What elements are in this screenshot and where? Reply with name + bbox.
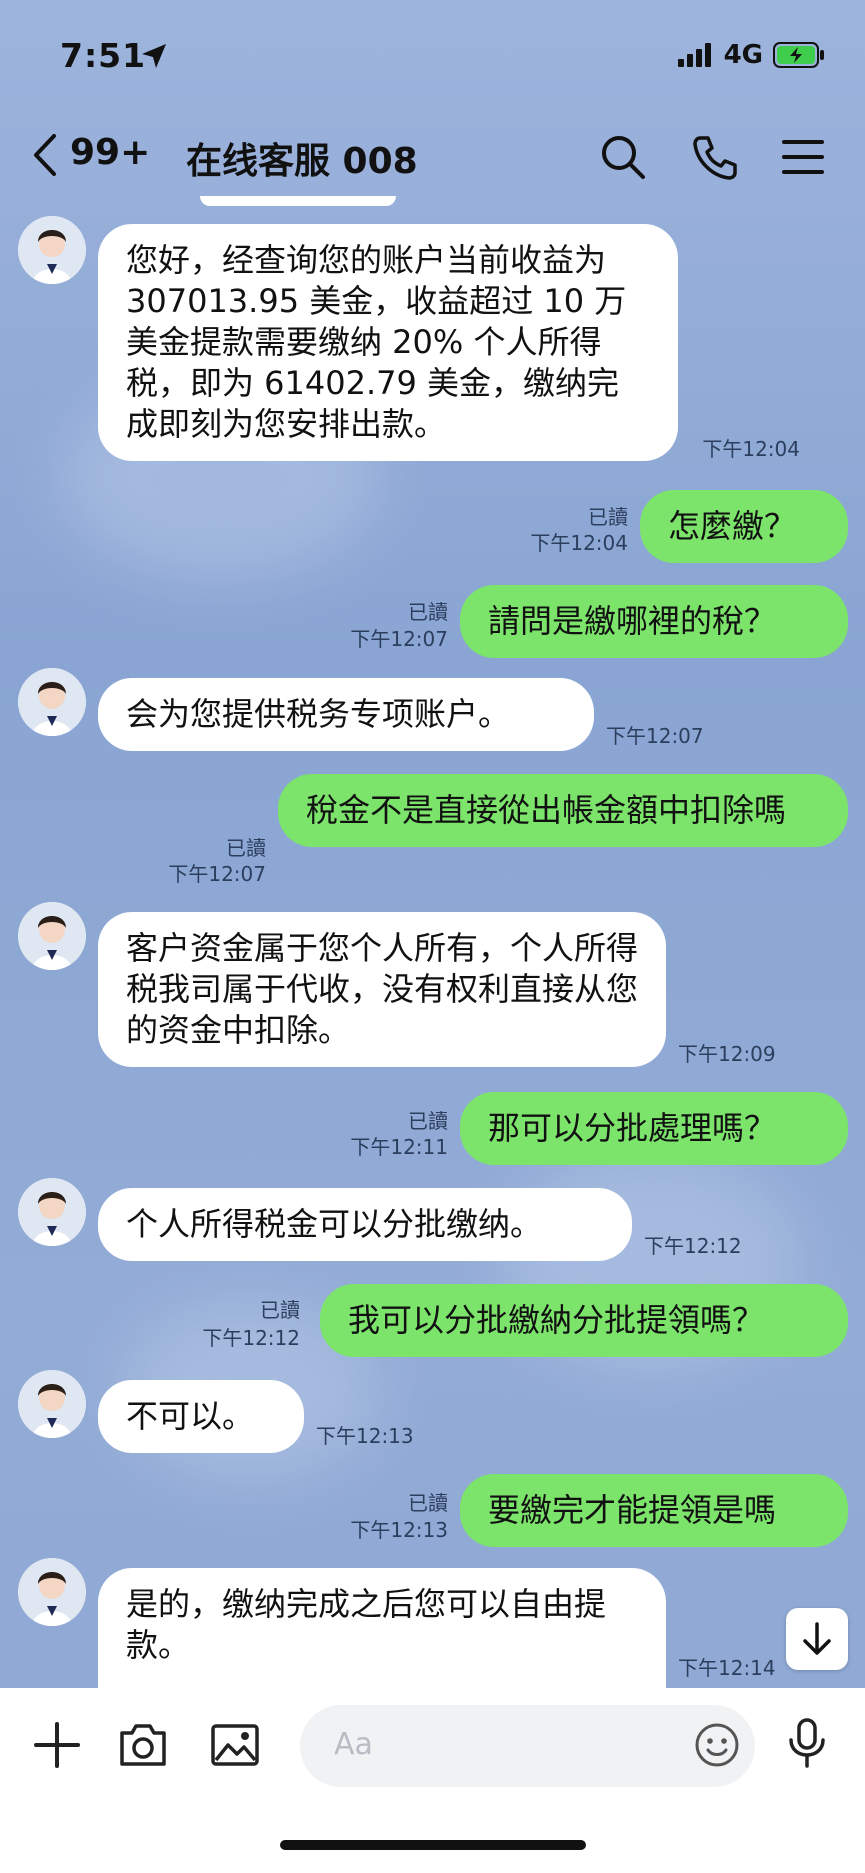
incoming-message[interactable]: 您好，经查询您的账户当前收益为 307013.95 美金，收益超过 10 万美金… <box>98 224 678 461</box>
outgoing-message[interactable]: 怎麼繳？ <box>640 490 848 563</box>
outgoing-message[interactable]: 我可以分批繳納分批提領嗎？ <box>320 1284 848 1357</box>
message-time: 下午12:14 <box>678 1656 776 1680</box>
agent-avatar[interactable] <box>18 1178 86 1246</box>
incoming-message[interactable]: 是的，缴纳完成之后您可以自由提款。 <box>98 1568 666 1688</box>
chat-header: 99+ 在线客服 008 <box>0 110 865 202</box>
agent-avatar[interactable] <box>18 216 86 284</box>
message-text: 我可以分批繳納分批提領嗎？ <box>348 1301 765 1339</box>
agent-avatar[interactable] <box>18 1370 86 1438</box>
clipped-previous-bubble <box>200 196 396 206</box>
camera-icon[interactable] <box>116 1718 170 1772</box>
read-receipt: 已讀 <box>260 1298 300 1322</box>
incoming-message[interactable]: 不可以。 <box>98 1380 304 1453</box>
message-text: 那可以分批處理嗎？ <box>488 1109 777 1147</box>
agent-avatar[interactable] <box>18 1558 86 1626</box>
message-time: 下午12:09 <box>678 1042 776 1066</box>
outgoing-message[interactable]: 要繳完才能提領是嗎 <box>460 1474 848 1547</box>
location-arrow-icon <box>142 44 166 68</box>
read-receipt: 已讀 <box>408 600 448 624</box>
read-receipt: 已讀 <box>408 1109 448 1133</box>
read-receipt: 已讀 <box>226 836 266 860</box>
message-text: 您好，经查询您的账户当前收益为 307013.95 美金，收益超过 10 万美金… <box>126 241 627 443</box>
home-indicator <box>280 1840 586 1850</box>
message-time: 下午12:13 <box>350 1518 448 1542</box>
message-time: 下午12:07 <box>168 862 266 886</box>
message-text: 怎麼繳？ <box>668 507 797 545</box>
message-input-placeholder: Aa <box>334 1727 373 1762</box>
microphone-icon[interactable] <box>780 1716 834 1770</box>
status-bar: 7:51 4G <box>0 0 865 110</box>
outgoing-message[interactable]: 那可以分批處理嗎？ <box>460 1092 848 1165</box>
message-text: 会为您提供税务专项账户。 <box>126 695 511 733</box>
read-receipt: 已讀 <box>588 505 628 529</box>
message-time: 下午12:04 <box>530 531 628 555</box>
plus-icon[interactable] <box>30 1718 84 1772</box>
phone-call-icon[interactable] <box>690 132 740 182</box>
incoming-message[interactable]: 会为您提供税务专项账户。 <box>98 678 594 751</box>
outgoing-message[interactable]: 請問是繳哪裡的稅？ <box>460 585 848 658</box>
scroll-to-bottom-button[interactable] <box>786 1608 848 1670</box>
message-time: 下午12:12 <box>644 1234 742 1258</box>
message-time: 下午12:07 <box>606 724 704 748</box>
emoji-icon[interactable] <box>692 1720 742 1770</box>
arrow-down-icon <box>803 1622 831 1655</box>
search-icon[interactable] <box>598 132 648 182</box>
read-receipt: 已讀 <box>408 1491 448 1515</box>
message-text: 客户资金属于您个人所有，个人所得税我司属于代收，没有权利直接从您的资金中扣除。 <box>126 929 639 1049</box>
message-time: 下午12:11 <box>350 1135 448 1159</box>
message-composer: Aa <box>0 1688 865 1873</box>
message-time: 下午12:13 <box>316 1424 414 1448</box>
network-type: 4G <box>723 40 763 70</box>
outgoing-message[interactable]: 稅金不是直接從出帳金額中扣除嗎 <box>278 774 848 847</box>
message-text: 是的，缴纳完成之后您可以自由提款。 <box>126 1585 607 1664</box>
incoming-message[interactable]: 客户资金属于您个人所有，个人所得税我司属于代收，没有权利直接从您的资金中扣除。 <box>98 912 666 1067</box>
status-indicators: 4G <box>677 40 825 70</box>
message-text: 稅金不是直接從出帳金額中扣除嗎 <box>306 791 787 829</box>
unread-count-badge[interactable]: 99+ <box>70 132 150 173</box>
message-text: 个人所得税金可以分批缴纳。 <box>126 1205 543 1243</box>
chat-title: 在线客服 008 <box>186 141 418 182</box>
agent-avatar[interactable] <box>18 902 86 970</box>
incoming-message[interactable]: 个人所得税金可以分批缴纳。 <box>98 1188 632 1261</box>
image-icon[interactable] <box>208 1718 262 1772</box>
back-chevron-icon[interactable] <box>26 132 66 178</box>
signal-icon <box>677 43 711 67</box>
status-time: 7:51 <box>60 36 147 75</box>
battery-charging-icon <box>773 42 824 68</box>
message-input[interactable]: Aa <box>300 1705 755 1787</box>
menu-icon[interactable] <box>778 132 828 182</box>
message-text: 不可以。 <box>126 1397 255 1435</box>
message-text: 要繳完才能提領是嗎 <box>488 1491 777 1529</box>
message-time: 下午12:12 <box>202 1326 300 1350</box>
message-time: 下午12:07 <box>350 627 448 651</box>
agent-avatar[interactable] <box>18 668 86 736</box>
message-text: 請問是繳哪裡的稅？ <box>488 602 777 640</box>
message-time: 下午12:04 <box>702 437 800 461</box>
